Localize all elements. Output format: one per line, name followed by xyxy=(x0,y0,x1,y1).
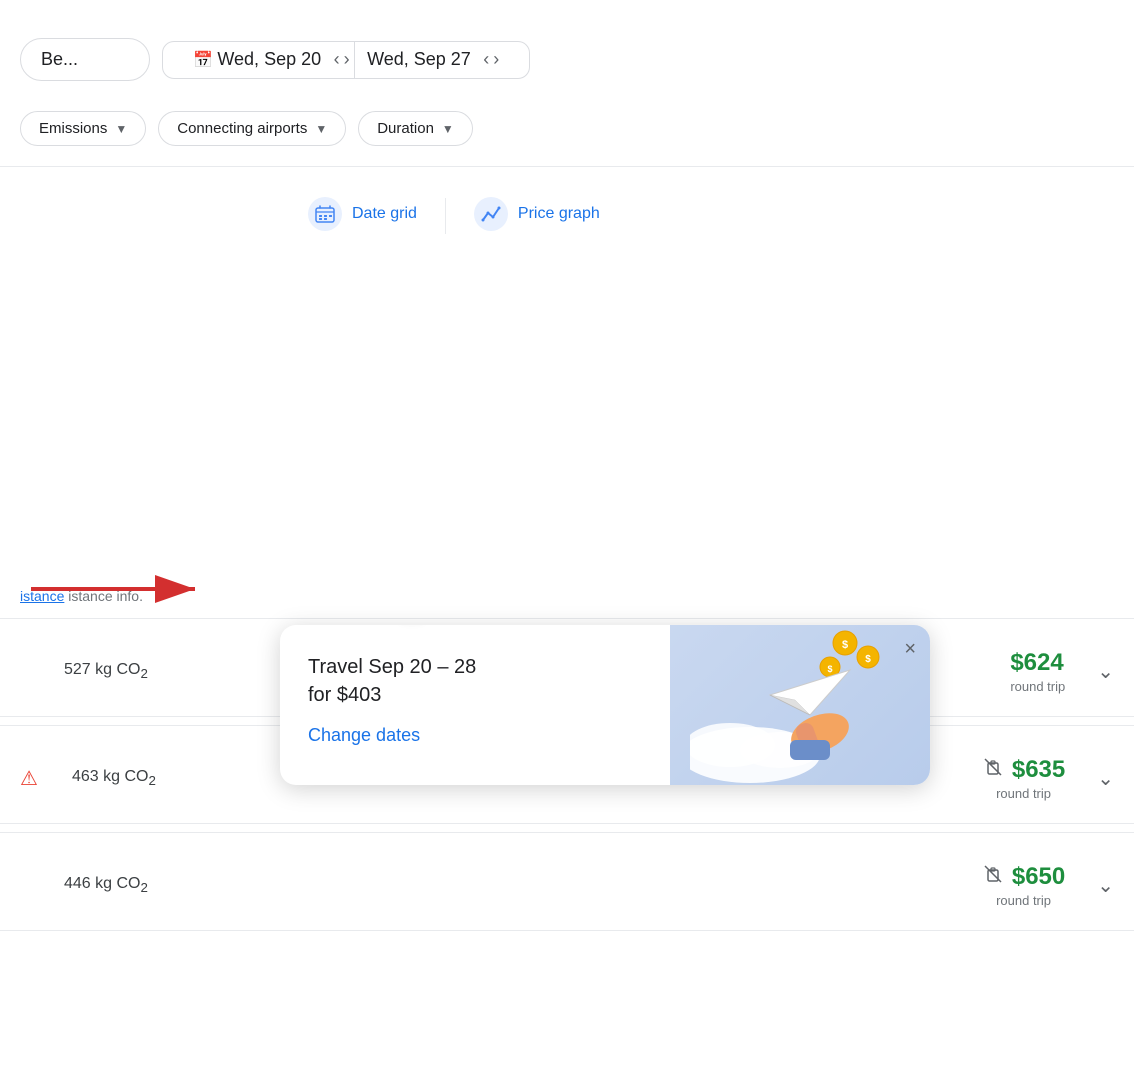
tab-row: Date grid Price graph xyxy=(0,175,1134,248)
main-content: Date grid Price graph Travel Sep 20 – 28… xyxy=(0,175,1134,931)
row-divider xyxy=(0,832,1134,833)
tooltip-content: Travel Sep 20 – 28for $403 Change dates xyxy=(280,625,670,785)
emissions-label: Emissions xyxy=(39,120,107,137)
price-block: $624 round trip xyxy=(1010,649,1081,694)
price-block: $635 round trip xyxy=(982,756,1081,801)
date-grid-label: Date grid xyxy=(352,205,417,223)
warning-icon: ⚠ xyxy=(20,766,44,791)
calendar-icon: 📅 xyxy=(193,50,213,70)
expand-button[interactable]: ⌄ xyxy=(1097,873,1114,898)
paper-airplane-svg: $ $ $ xyxy=(690,625,910,785)
round-trip-label: round trip xyxy=(982,786,1065,801)
date-bar: Be... 📅 Wed, Sep 20 ‹ › Wed, Sep 27 ‹ › xyxy=(20,20,1114,99)
svg-text:$: $ xyxy=(827,664,832,674)
price-amount: $635 xyxy=(1012,756,1065,784)
date-grid-tab[interactable]: Date grid xyxy=(280,183,445,248)
date2-label: Wed, Sep 27 xyxy=(367,49,471,70)
price-amount: $650 xyxy=(1012,863,1065,891)
expand-button[interactable]: ⌄ xyxy=(1097,766,1114,791)
price-row: $624 xyxy=(1010,649,1065,677)
origin-label: Be... xyxy=(41,49,78,70)
section-divider xyxy=(0,166,1134,167)
round-trip-label: round trip xyxy=(1010,679,1065,694)
date1-label: Wed, Sep 20 xyxy=(217,49,321,70)
arrow-indicator xyxy=(0,565,230,605)
no-bags-svg xyxy=(982,863,1004,885)
date-grid-icon xyxy=(308,197,342,231)
price-row: $650 xyxy=(982,863,1065,891)
connecting-airports-chevron-icon: ▼ xyxy=(315,122,327,136)
duration-label: Duration xyxy=(377,120,434,137)
round-trip-label: round trip xyxy=(982,893,1065,908)
price-graph-label: Price graph xyxy=(518,205,600,223)
price-row: $635 xyxy=(982,756,1065,784)
origin-pill[interactable]: Be... xyxy=(20,38,150,81)
close-tooltip-button[interactable]: × xyxy=(904,639,916,659)
duration-chevron-icon: ▼ xyxy=(442,122,454,136)
change-dates-link[interactable]: Change dates xyxy=(308,725,420,745)
results-divider xyxy=(0,618,1134,619)
co2-label: 446 kg CO2 xyxy=(64,875,264,895)
no-luggage-icon xyxy=(982,756,1004,784)
svg-text:$: $ xyxy=(842,639,848,651)
emissions-chevron-icon: ▼ xyxy=(115,122,127,136)
price-block: $650 round trip xyxy=(982,863,1081,908)
next-date1-btn[interactable]: › xyxy=(344,49,350,70)
next-date2-btn[interactable]: › xyxy=(493,49,499,70)
no-luggage-icon xyxy=(982,863,1004,891)
filter-bar: Emissions ▼ Connecting airports ▼ Durati… xyxy=(20,99,1114,158)
tooltip-title: Travel Sep 20 – 28for $403 xyxy=(308,653,642,709)
emissions-filter[interactable]: Emissions ▼ xyxy=(20,111,146,146)
red-arrow-icon xyxy=(0,565,230,605)
connecting-airports-filter[interactable]: Connecting airports ▼ xyxy=(158,111,346,146)
price-amount: $624 xyxy=(1010,649,1063,677)
price-graph-icon xyxy=(474,197,508,231)
co2-label: 527 kg CO2 xyxy=(64,661,264,681)
co2-label: 463 kg CO2 xyxy=(72,768,272,788)
svg-text:$: $ xyxy=(865,654,871,665)
price-graph-tab[interactable]: Price graph xyxy=(446,183,628,248)
prev-date2-btn[interactable]: ‹ xyxy=(483,49,489,70)
date-section: 📅 Wed, Sep 20 ‹ › Wed, Sep 27 ‹ › xyxy=(162,41,530,79)
tooltip-illustration: $ $ $ × xyxy=(670,625,930,785)
travel-deal-tooltip: Travel Sep 20 – 28for $403 Change dates … xyxy=(280,625,930,785)
connecting-airports-label: Connecting airports xyxy=(177,120,307,137)
flight-result-row: 446 kg CO2 $650 round trip ⌄ xyxy=(0,841,1134,931)
no-bags-svg xyxy=(982,756,1004,778)
duration-filter[interactable]: Duration ▼ xyxy=(358,111,473,146)
assist-section: istance istance info. xyxy=(0,248,1134,610)
prev-date1-btn[interactable]: ‹ xyxy=(334,49,340,70)
expand-button[interactable]: ⌄ xyxy=(1097,659,1114,684)
